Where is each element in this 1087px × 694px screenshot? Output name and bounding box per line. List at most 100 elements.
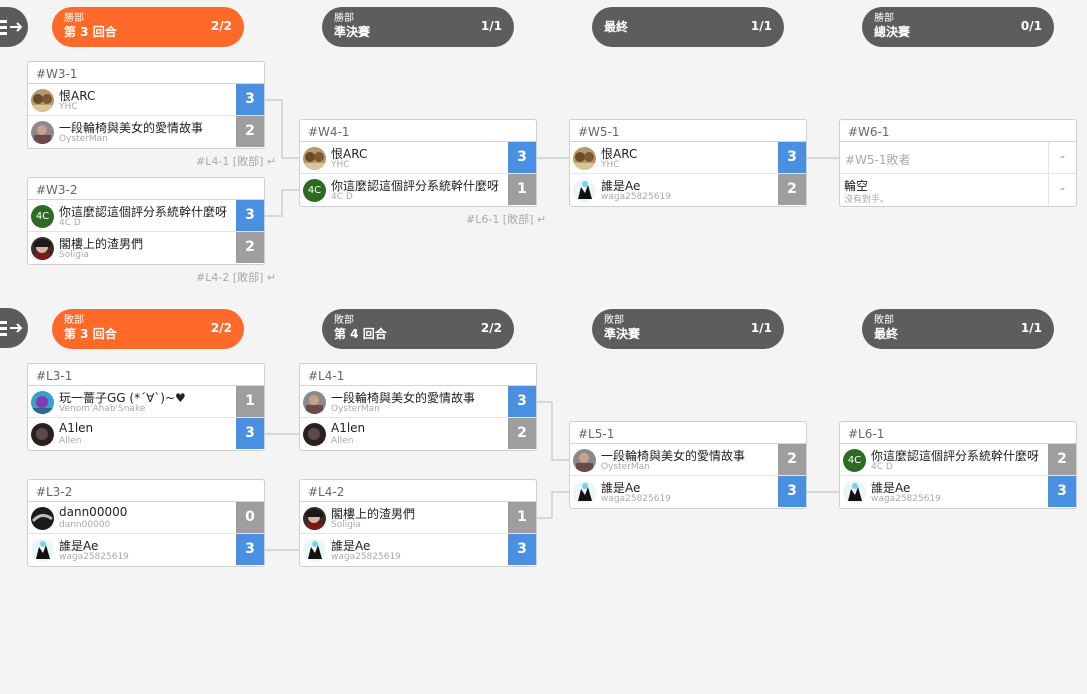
participant-name: 你這麼認這個評分系統幹什麼呀: [331, 179, 500, 193]
participant-username: YHC: [601, 160, 620, 170]
score: -: [1048, 142, 1076, 173]
participant-username: Allen: [331, 436, 354, 446]
round-progress: 0/1: [1020, 19, 1042, 33]
match-L4-2[interactable]: #L4-2 閣樓上的渣男們 Soligia 1 誰是Ae waga2582561…: [299, 479, 537, 567]
participant-row[interactable]: 誰是Ae waga25825619 2: [570, 174, 806, 206]
match-id: #L3-1: [28, 364, 264, 386]
match-L4-1[interactable]: #L4-1 一段輪椅與美女的愛情故事 OysterMan 3 A1len All…: [299, 363, 537, 451]
round-progress: 2/2: [480, 321, 502, 335]
participant-username: waga25825619: [331, 552, 401, 562]
round-progress: 1/1: [1020, 321, 1042, 335]
match-L6-1[interactable]: #L6-1 4C 你這麼認這個評分系統幹什麼呀 4C D 2 誰是Ae waga…: [839, 421, 1077, 509]
participant-row[interactable]: 玩一薔子GG (*´∀`)~♥ Venom'Ahab'Snake 1: [28, 386, 264, 418]
participant-row[interactable]: 4C 你這麼認這個評分系統幹什麼呀 4C D 2: [840, 444, 1076, 476]
loser-destination-note[interactable]: #L4-2 [敗部] ↵: [196, 269, 276, 285]
match-W4-1[interactable]: #W4-1 恨ARC YHC 3 4C 你這麼認這個評分系統幹什麼呀 4C D …: [299, 119, 537, 207]
participant-username: 4C D: [59, 218, 81, 228]
participant-row[interactable]: #W5-1敗者 -: [840, 142, 1076, 174]
round-progress: 1/1: [480, 19, 502, 33]
participant-row[interactable]: 一段輪椅與美女的愛情故事 OysterMan 2: [570, 444, 806, 476]
loser-destination-note[interactable]: #L6-1 [敗部] ↵: [466, 211, 546, 227]
participant-username: Soligia: [59, 250, 89, 260]
round-title: 最終: [604, 20, 629, 34]
participant-name: 你這麼認這個評分系統幹什麼呀: [59, 205, 228, 219]
participant-row[interactable]: 誰是Ae waga25825619 3: [570, 476, 806, 508]
avatar: [31, 121, 54, 144]
round-bracket: 敗部: [604, 315, 624, 326]
participant-name: A1len: [59, 421, 94, 435]
participant-row[interactable]: 恨ARC YHC 3: [300, 142, 536, 174]
score: 3: [1048, 476, 1076, 507]
score: 3: [236, 418, 264, 449]
match-W3-1[interactable]: #W3-1 恨ARC YHC 3 一段輪椅與美女的愛情故事 OysterMan …: [27, 61, 265, 149]
participant-row[interactable]: 4C 你這麼認這個評分系統幹什麼呀 4C D 1: [300, 174, 536, 206]
participant-row[interactable]: 恨ARC YHC 3: [28, 84, 264, 116]
participant-row[interactable]: 一段輪椅與美女的愛情故事 OysterMan 3: [300, 386, 536, 418]
participant-row[interactable]: A1len Allen 2: [300, 418, 536, 450]
participant-username: 4C D: [331, 192, 353, 202]
match-id: #L5-1: [570, 422, 806, 444]
match-id: #W3-2: [28, 178, 264, 200]
participant-row[interactable]: dann00000 dann00000 0: [28, 502, 264, 534]
match-id: #L4-1: [300, 364, 536, 386]
score: 2: [778, 444, 806, 475]
match-id: #L3-2: [28, 480, 264, 502]
participant-username: waga25825619: [601, 192, 671, 202]
round-bracket: 勝部: [334, 13, 354, 24]
round-progress: 2/2: [210, 19, 232, 33]
avatar: [303, 423, 326, 446]
round-header-winners-r3[interactable]: 勝部 第 3 回合 2/2: [52, 7, 244, 47]
match-L5-1[interactable]: #L5-1 一段輪椅與美女的愛情故事 OysterMan 2 誰是Ae waga…: [569, 421, 807, 509]
round-header-winners-semi[interactable]: 勝部 準決賽 1/1: [322, 7, 514, 47]
score: 3: [236, 200, 264, 231]
round-bracket: 敗部: [64, 315, 84, 326]
avatar: [303, 507, 326, 530]
participant-row[interactable]: 輪空 沒有對手。 -: [840, 174, 1076, 206]
match-id: #L4-2: [300, 480, 536, 502]
score: 2: [236, 116, 264, 147]
participant-row[interactable]: 4C 你這麼認這個評分系統幹什麼呀 4C D 3: [28, 200, 264, 232]
participant-row[interactable]: 誰是Ae waga25825619 3: [28, 534, 264, 566]
participant-username: waga25825619: [871, 494, 941, 504]
score: 2: [778, 174, 806, 205]
participant-row[interactable]: 閣樓上的渣男們 Soligia 2: [28, 232, 264, 264]
round-bracket: 敗部: [874, 315, 894, 326]
round-bracket: 勝部: [64, 13, 84, 24]
match-L3-2[interactable]: #L3-2 dann00000 dann00000 0 誰是Ae waga258…: [27, 479, 265, 567]
avatar: [31, 507, 54, 530]
score: 1: [508, 502, 536, 533]
participant-row[interactable]: 一段輪椅與美女的愛情故事 OysterMan 2: [28, 116, 264, 148]
participant-row[interactable]: 誰是Ae waga25825619 3: [300, 534, 536, 566]
match-id: #W4-1: [300, 120, 536, 142]
score: -: [1048, 174, 1076, 205]
round-header-losers-final[interactable]: 敗部 最終 1/1: [862, 309, 1054, 349]
participant-row[interactable]: 誰是Ae waga25825619 3: [840, 476, 1076, 508]
participant-username: YHC: [59, 102, 78, 112]
round-header-grand-final[interactable]: 勝部 總決賽 0/1: [862, 7, 1054, 47]
score: 3: [508, 386, 536, 417]
round-header-losers-r4[interactable]: 敗部 第 4 回合 2/2: [322, 309, 514, 349]
match-W6-1[interactable]: #W6-1 #W5-1敗者 - 輪空 沒有對手。 -: [839, 119, 1077, 207]
score: 3: [778, 476, 806, 507]
avatar: [303, 539, 326, 562]
avatar: [31, 423, 54, 446]
round-progress: 2/2: [210, 321, 232, 335]
round-header-losers-semi[interactable]: 敗部 準決賽 1/1: [592, 309, 784, 349]
loser-destination-note[interactable]: #L4-1 [敗部] ↵: [196, 153, 276, 169]
avatar: [573, 179, 596, 202]
match-L3-1[interactable]: #L3-1 玩一薔子GG (*´∀`)~♥ Venom'Ahab'Snake 1…: [27, 363, 265, 451]
round-header-losers-r3[interactable]: 敗部 第 3 回合 2/2: [52, 309, 244, 349]
participant-row[interactable]: 閣樓上的渣男們 Soligia 1: [300, 502, 536, 534]
participant-row[interactable]: 恨ARC YHC 3: [570, 142, 806, 174]
participant-username: Venom'Ahab'Snake: [59, 404, 146, 414]
round-header-final[interactable]: 最終 1/1: [592, 7, 784, 47]
participant-username: 4C D: [871, 462, 893, 472]
match-W3-2[interactable]: #W3-2 4C 你這麼認這個評分系統幹什麼呀 4C D 3 閣樓上的渣男們 S…: [27, 177, 265, 265]
avatar: [573, 481, 596, 504]
participant-row[interactable]: A1len Allen 3: [28, 418, 264, 450]
match-W5-1[interactable]: #W5-1 恨ARC YHC 3 誰是Ae waga25825619 2: [569, 119, 807, 207]
participant-name: A1len: [331, 421, 366, 435]
round-progress: 1/1: [750, 321, 772, 335]
participant-username: waga25825619: [601, 494, 671, 504]
placeholder-participant: #W5-1敗者: [845, 153, 911, 167]
